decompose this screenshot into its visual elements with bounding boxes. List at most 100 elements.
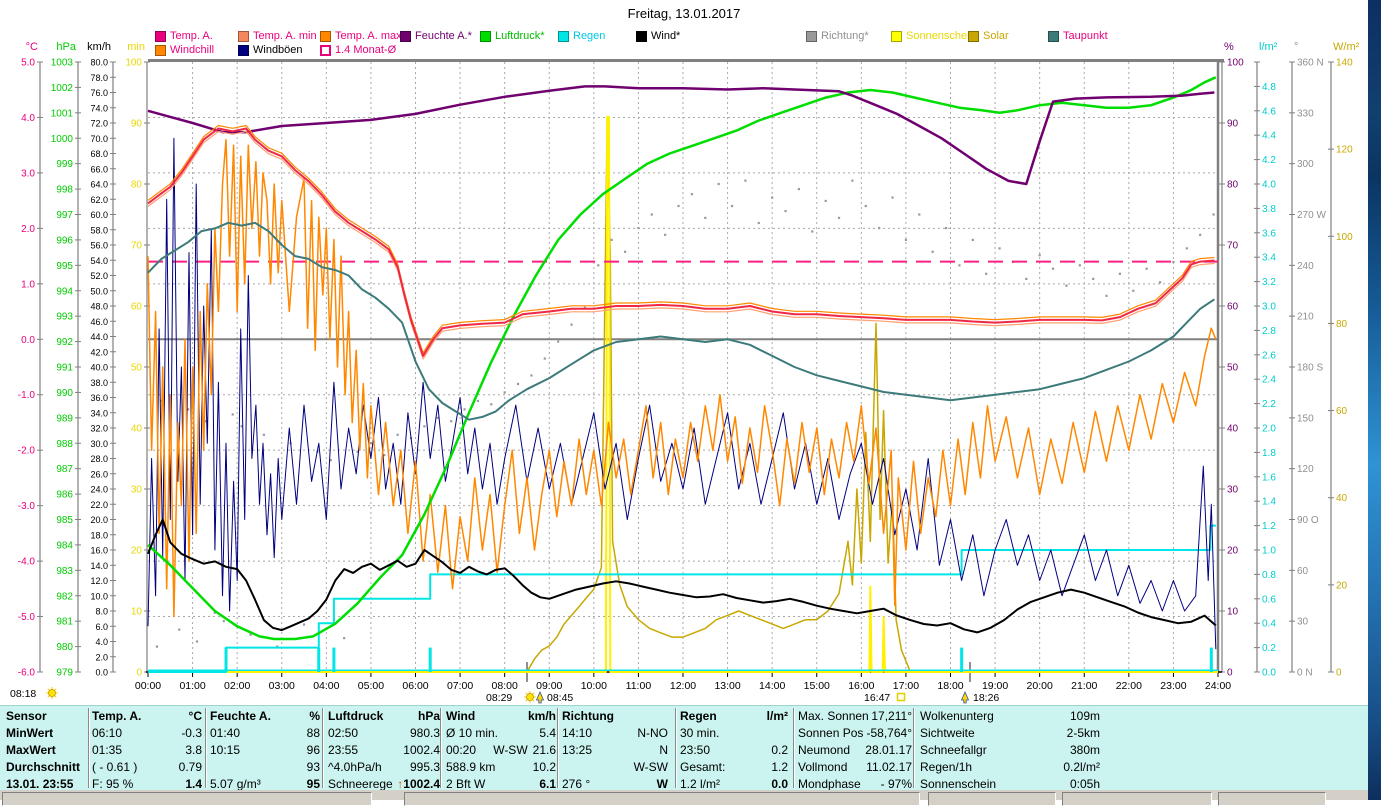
svg-text:90 O: 90 O	[1297, 515, 1319, 526]
legend-swatch-icon	[636, 30, 647, 42]
svg-text:-6.0: -6.0	[18, 668, 36, 679]
svg-text:l/m²: l/m²	[1259, 41, 1278, 53]
svg-text:20: 20	[1227, 546, 1239, 557]
table-col-luftdruck: Luftdruck hPa 02:50 980.3 23:55 1002.4 ^4.0hPa…	[328, 708, 440, 793]
astro-marker-label: 08:29	[486, 692, 512, 704]
moon-arrow-icon	[535, 691, 545, 704]
legend-item-1-4-monat-[interactable]: 1.4 Monat-Ø	[320, 44, 396, 56]
svg-text:4.4: 4.4	[1262, 131, 1276, 142]
legend-item-regen[interactable]: Regen	[558, 30, 605, 42]
axis-pct: 0 10 20 30 40 50 60 70 80 90 100%	[1219, 41, 1244, 679]
svg-text:00:00: 00:00	[135, 680, 161, 692]
series-wind	[147, 518, 1217, 634]
legend-swatch-icon	[238, 30, 249, 42]
svg-text:38.0: 38.0	[90, 378, 108, 388]
table-separator	[557, 708, 559, 788]
summary-table: Sensor MinWert MaxWert Durchschnitt 13.01. 2…	[0, 705, 1368, 791]
legend-item-label: Feuchte A.*	[415, 30, 472, 42]
svg-text:40: 40	[1227, 424, 1239, 435]
svg-text:270 W: 270 W	[1297, 210, 1326, 221]
svg-text:78.0: 78.0	[90, 73, 108, 83]
table-row: 93	[306, 760, 320, 774]
table-row: Sonnen Pos -58,764°	[798, 726, 912, 740]
svg-text:50: 50	[131, 363, 143, 374]
table-col-header: Regen l/m²	[680, 709, 788, 723]
astro-markers: 08:18 08:29 08:45 16:47 18:26	[10, 687, 999, 704]
svg-text:1.8: 1.8	[1262, 448, 1276, 459]
svg-text:3.0: 3.0	[1262, 302, 1276, 313]
table-col-header: Richtung	[562, 709, 614, 723]
series-tempa_min	[147, 130, 1215, 360]
svg-text:32.0: 32.0	[90, 424, 108, 434]
page-title: Freitag, 13.01.2017	[627, 6, 741, 21]
table-col-header: Luftdruck hPa	[328, 709, 440, 723]
table-col-sensor: Sensor MinWert MaxWert Durchschnitt 13.01. 2…	[6, 708, 86, 793]
table-row: Gesamt: 1.2	[680, 760, 788, 774]
table-row: 02:50 980.3	[328, 726, 440, 740]
svg-text:1003: 1003	[51, 58, 74, 69]
svg-text:4.6: 4.6	[1262, 106, 1276, 117]
svg-text:4.0: 4.0	[95, 637, 108, 647]
legend-item-richtung-[interactable]: Richtung*	[806, 30, 869, 42]
table-row-header: MinWert	[6, 726, 54, 740]
table-row: 14:10 N-NO	[562, 726, 668, 740]
table-separator	[205, 708, 207, 788]
svg-text:4.0: 4.0	[21, 113, 35, 124]
svg-text:992: 992	[56, 337, 73, 348]
svg-text:76.0: 76.0	[90, 88, 108, 98]
svg-text:994: 994	[56, 286, 73, 297]
axis-hPa: 979 980 981 982 983 984 985 986 987 988 989 990 991 9…	[51, 41, 81, 679]
series-regen_summe	[148, 524, 1216, 673]
status-segment	[1062, 792, 1212, 806]
svg-text:3.0: 3.0	[21, 168, 35, 179]
svg-text:02:00: 02:00	[224, 680, 250, 692]
svg-text:991: 991	[56, 363, 73, 374]
table-row: Ø 10 min. 5.4	[446, 726, 556, 740]
svg-text:03:00: 03:00	[269, 680, 295, 692]
svg-text:360 N: 360 N	[1297, 58, 1324, 69]
svg-text:0.4: 0.4	[1262, 619, 1276, 630]
svg-text:74.0: 74.0	[90, 103, 108, 113]
svg-text:1.0: 1.0	[21, 279, 35, 290]
svg-text:3.6: 3.6	[1262, 228, 1276, 239]
table-row: 01:40 88	[210, 726, 320, 740]
svg-text:0.0: 0.0	[95, 668, 108, 678]
svg-text:330: 330	[1297, 108, 1314, 119]
legend-swatch-icon	[400, 30, 411, 42]
x-axis: 00:00 01:00 02:00 03:00 04:00 05:00 06:00 07:00…	[135, 662, 1231, 692]
legend-item-temp-a-min[interactable]: Temp. A. min	[238, 30, 317, 42]
legend-item-windb-en[interactable]: Windböen	[238, 44, 303, 56]
legend-item-sonnenschein[interactable]: Sonnenschein	[891, 30, 976, 42]
legend-item-solar[interactable]: Solar	[968, 30, 1009, 42]
weather-chart: -6.0 -5.0 -4.0 -3.0 -2.0 -1.0 0.0 1.0 2.0 3.0 4.0 5…	[10, 41, 1360, 704]
svg-text:1001: 1001	[51, 108, 74, 119]
astro-marker-label: 08:45	[547, 692, 573, 704]
legend-item-taupunkt[interactable]: Taupunkt	[1048, 30, 1108, 42]
legend-item-temp-a-[interactable]: Temp. A.	[155, 30, 213, 42]
axis-wm2: 0 20 40 60 80 100 120 140 W/m²	[1328, 41, 1360, 679]
axis-min: 0 10 20 30 40 50 60 70 80 90 100 min	[125, 41, 150, 679]
legend-item-windchill[interactable]: Windchill	[155, 44, 214, 56]
status-segment	[2, 792, 372, 806]
svg-text:16.0: 16.0	[90, 546, 108, 556]
series-tempa	[147, 127, 1215, 357]
astro-marker-label: 16:47	[864, 692, 890, 704]
svg-text:66.0: 66.0	[90, 164, 108, 174]
series	[147, 76, 1218, 673]
svg-text:30.0: 30.0	[90, 439, 108, 449]
legend-item-luftdruck-[interactable]: Luftdruck*	[480, 30, 545, 42]
legend-item-feuchte-a-[interactable]: Feuchte A.*	[400, 30, 472, 42]
axis-kmh: 0.0 2.0 4.0 6.0 8.0 10.0 12.0 14.0 16.0 18.0 20.0 2…	[87, 41, 116, 678]
svg-text:0: 0	[1227, 668, 1233, 679]
table-col-max-sonnen: Max. Sonnen 17,211° Sonnen Pos -58,764° Neum…	[798, 708, 912, 793]
moon-arrow-icon	[960, 691, 970, 704]
series-richtung	[155, 179, 1215, 648]
svg-text:48.0: 48.0	[90, 302, 108, 312]
svg-text:30: 30	[1227, 485, 1239, 496]
table-col-richtung: Richtung 14:10 N-NO 13:25 N W-SW 276 ° W	[562, 708, 668, 793]
table-row: 10:15 96	[210, 743, 320, 757]
svg-text:2.0: 2.0	[1262, 424, 1276, 435]
series-windchill	[147, 138, 1217, 618]
legend-item-wind-[interactable]: Wind*	[636, 30, 680, 42]
legend-item-temp-a-max[interactable]: Temp. A. max	[320, 30, 402, 42]
